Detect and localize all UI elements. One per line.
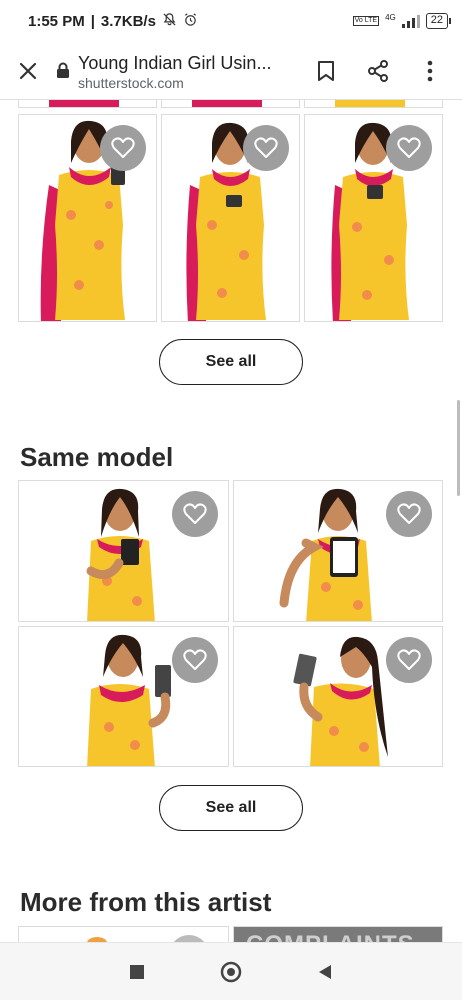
home-button[interactable] [207,948,255,996]
image-thumbnail[interactable] [18,626,229,767]
more-vert-icon [427,60,433,81]
heart-icon [183,649,207,670]
heart-icon [397,649,421,670]
heart-icon [254,137,278,158]
favorite-button[interactable] [386,125,432,171]
section-title-same-model: Same model [20,442,174,472]
page-title: Young Indian Girl Usin... [78,52,272,73]
status-bar: 1:55 PM | 3.7KB/s Vo LTE 4G 22 [0,0,462,42]
system-navigation-bar [0,942,462,1000]
status-speed: 3.7KB/s [100,12,156,30]
signal-icon [401,14,420,28]
image-thumbnail[interactable] [18,926,229,942]
favorite-button[interactable] [172,491,218,537]
favorite-button[interactable] [100,125,146,171]
image-thumbnail[interactable] [304,114,443,322]
image-thumbnail[interactable] [18,100,157,108]
bookmark-button[interactable] [300,45,352,97]
more-options-button[interactable] [404,45,456,97]
status-time: 1:55 PM [28,12,85,30]
image-thumbnail[interactable] [18,114,157,322]
square-icon [130,964,144,979]
status-right: Vo LTE 4G 22 [352,13,452,29]
section-title-more-from-artist: More from this artist [20,887,272,917]
share-button[interactable] [352,45,404,97]
back-button[interactable] [301,948,349,996]
page-title-area[interactable]: Young Indian Girl Usin... shutterstock.c… [56,50,300,92]
close-icon [19,62,37,79]
see-all-button[interactable]: See all [159,339,303,385]
see-all-button[interactable]: See all [159,785,303,831]
heart-icon [397,137,421,158]
image-thumbnail[interactable] [161,100,300,108]
heart-icon [397,503,421,524]
back-triangle-icon [319,964,331,979]
lock-icon [57,62,69,78]
bookmark-icon [318,60,334,81]
recents-button[interactable] [113,948,161,996]
image-thumbnail[interactable] [161,114,300,322]
page-url: shutterstock.com [78,74,184,91]
heart-icon [183,503,207,524]
mute-bell-icon [162,12,177,31]
network-type: 4G [385,13,396,22]
status-separator: | [90,12,95,30]
scroll-indicator [457,400,460,496]
share-icon [368,59,388,82]
browser-toolbar: Young Indian Girl Usin... shutterstock.c… [0,42,462,100]
page-content: See all Same model See all More from thi… [0,100,462,942]
home-circle-icon [220,961,242,982]
image-thumbnail[interactable] [18,480,229,622]
image-thumbnail[interactable] [304,100,443,108]
favorite-button[interactable] [243,125,289,171]
favorite-button[interactable] [172,637,218,683]
battery-indicator: 22 [425,13,452,29]
volte-badge: Vo LTE [352,16,380,26]
image-thumbnail[interactable]: COMPLAINTS [233,926,443,942]
image-overlay-text: COMPLAINTS [246,931,415,942]
alarm-icon [183,12,198,31]
image-thumbnail[interactable] [233,480,443,622]
status-left: 1:55 PM | 3.7KB/s [28,12,198,31]
heart-icon [111,137,135,158]
favorite-button[interactable] [386,637,432,683]
image-thumbnail[interactable] [233,626,443,767]
favorite-button[interactable] [386,491,432,537]
close-button[interactable] [0,42,56,100]
